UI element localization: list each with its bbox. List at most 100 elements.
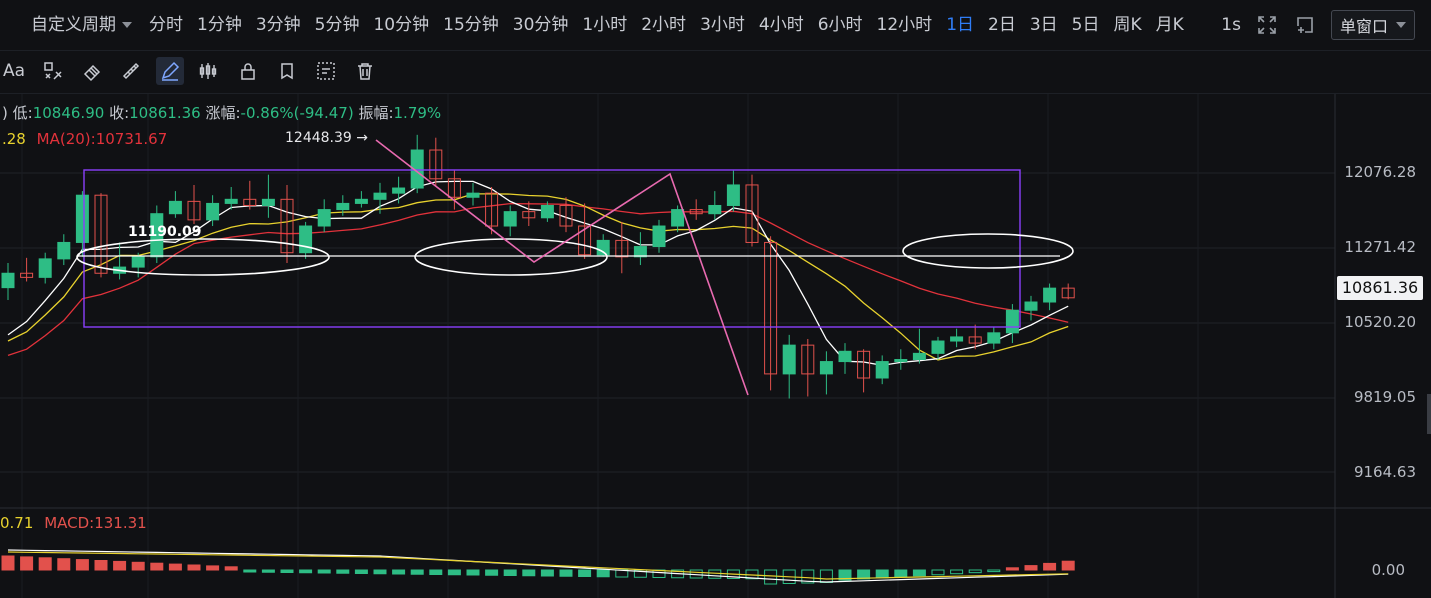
period-0[interactable]: 分时: [142, 12, 190, 38]
candle-body: [1005, 309, 1019, 334]
period-16[interactable]: 5日: [1065, 12, 1107, 38]
period-12[interactable]: 12小时: [870, 12, 940, 38]
trash-icon[interactable]: [351, 57, 379, 85]
macd-bar: [522, 569, 536, 577]
macd-bar: [94, 560, 108, 571]
candle-body: [950, 336, 964, 342]
period-14[interactable]: 2日: [981, 12, 1023, 38]
candle-icon[interactable]: [195, 57, 223, 85]
macd-bar: [38, 557, 52, 571]
candle-body: [336, 202, 350, 211]
candle-body: [75, 194, 89, 243]
candle-body: [299, 225, 313, 254]
chevron-down-icon: [1396, 22, 1406, 28]
change-value: -0.86%(-94.47): [240, 104, 354, 122]
macd-bar: [578, 569, 592, 577]
candle-body: [57, 241, 71, 260]
macd-axis-tick: 0.00: [1371, 561, 1405, 579]
period-7[interactable]: 1小时: [575, 12, 634, 38]
period-5[interactable]: 15分钟: [436, 12, 506, 38]
period-4[interactable]: 10分钟: [366, 12, 436, 38]
period-17[interactable]: 周K: [1107, 12, 1149, 38]
macd-bar: [75, 559, 89, 571]
macd-bar: [894, 569, 908, 578]
candle-body: [503, 211, 517, 227]
macd-bar: [1005, 567, 1019, 571]
candle-body: [1024, 301, 1038, 311]
interval-label[interactable]: 1s: [1221, 15, 1241, 35]
period-1[interactable]: 1分钟: [190, 12, 249, 38]
close-value: 10861.36: [129, 104, 201, 122]
lock-icon[interactable]: [234, 57, 262, 85]
period-8[interactable]: 2小时: [634, 12, 693, 38]
add-window-icon[interactable]: [1293, 13, 1317, 37]
macd-bar: [485, 569, 499, 576]
pencil-icon[interactable]: [156, 57, 184, 85]
layout-icon[interactable]: [312, 57, 340, 85]
period-3[interactable]: 5分钟: [308, 12, 367, 38]
scrollbar: [1427, 394, 1431, 434]
last-price-badge: 10861.36: [1337, 276, 1423, 300]
macd-bar: [206, 565, 220, 571]
change-label: 涨幅:: [205, 104, 241, 122]
macd-bar: [875, 569, 889, 579]
period-2[interactable]: 3分钟: [249, 12, 308, 38]
macd-bar: [317, 569, 331, 574]
kline-chart[interactable]: [0, 94, 1431, 598]
window-mode-label: 单窗口: [1339, 17, 1388, 36]
text-tool[interactable]: Aa: [0, 57, 28, 85]
macd-bar: [131, 561, 145, 571]
macd-bar: [280, 569, 294, 573]
ma20-value: MA(20):10731.67: [36, 130, 168, 148]
macd-bar: [243, 569, 257, 573]
candles: [1, 134, 1075, 399]
candle-body: [652, 225, 666, 248]
macd-bar: [57, 558, 71, 571]
macd-bar: [912, 569, 926, 577]
low-value: 10846.90: [32, 104, 105, 122]
amplitude-label: 振幅:: [358, 104, 394, 122]
period-15[interactable]: 3日: [1023, 12, 1065, 38]
eraser-icon[interactable]: [78, 57, 106, 85]
ruler-icon[interactable]: [39, 57, 67, 85]
amplitude-value: 1.79%: [393, 104, 442, 122]
macd-bar: [261, 569, 275, 573]
price-tick: 9819.05: [1353, 388, 1416, 406]
candle-body: [261, 198, 275, 206]
candle-body: [373, 192, 387, 200]
measure-icon[interactable]: [117, 57, 145, 85]
chevron-down-icon[interactable]: [122, 22, 132, 28]
macd-bar: [503, 569, 517, 576]
macd-bar: [596, 569, 610, 578]
macd-bar: [931, 569, 945, 576]
candle-body: [726, 184, 740, 206]
macd-bar: [819, 569, 833, 583]
drawing-toolbar: Aa: [0, 51, 1431, 94]
close-label: 收:: [109, 104, 130, 122]
macd-partial-value: 0.71: [0, 514, 34, 532]
candle-body: [317, 209, 331, 227]
candle-body: [671, 209, 685, 227]
candle-body: [708, 204, 722, 215]
fullscreen-icon[interactable]: [1255, 13, 1279, 37]
ohlc-info: ) 低:10846.90 收:10861.36 涨幅:-0.86%(-94.47…: [2, 104, 442, 122]
ma-lines: [7, 180, 1069, 366]
period-11[interactable]: 6小时: [811, 12, 870, 38]
custom-period-dropdown[interactable]: 自定义周期: [24, 12, 120, 38]
macd-bar: [540, 569, 554, 577]
period-13[interactable]: 1日: [939, 12, 981, 38]
ma-info: .28 MA(20):10731.67: [2, 130, 167, 148]
macd-bar: [299, 569, 313, 574]
period-9[interactable]: 3小时: [693, 12, 752, 38]
macd-bar: [336, 569, 350, 574]
candle-body: [38, 258, 52, 278]
period-6[interactable]: 30分钟: [506, 12, 576, 38]
period-10[interactable]: 4小时: [752, 12, 811, 38]
macd-bar: [708, 569, 722, 579]
macd-bar: [373, 569, 387, 575]
period-18[interactable]: 月K: [1149, 12, 1191, 38]
copy-icon[interactable]: [273, 57, 301, 85]
window-mode-select[interactable]: 单窗口: [1330, 10, 1415, 40]
candle-body: [931, 340, 945, 354]
macd-bar: [968, 569, 982, 574]
